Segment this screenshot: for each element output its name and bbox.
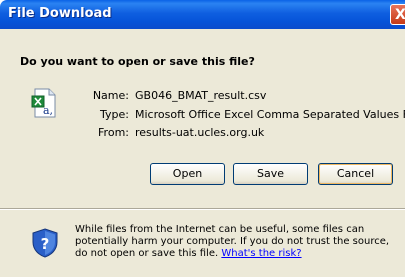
dialog-question: Do you want to open or save this file? bbox=[20, 55, 255, 68]
window-title: File Download bbox=[8, 6, 112, 21]
close-button[interactable]: X bbox=[390, 4, 405, 25]
file-type-row: Type: Microsoft Office Excel Comma Separa… bbox=[78, 108, 405, 121]
from-label: From: bbox=[98, 126, 129, 139]
svg-text:a,: a, bbox=[43, 104, 53, 117]
name-label: Name: bbox=[92, 89, 129, 102]
divider-highlight bbox=[0, 209, 405, 210]
type-value: Microsoft Office Excel Comma Separated V… bbox=[135, 108, 405, 121]
title-bar[interactable]: File Download X bbox=[0, 0, 405, 29]
dialog-body: Do you want to open or save this file? a… bbox=[0, 29, 405, 277]
security-warning: While files from the Internet can be use… bbox=[75, 224, 400, 260]
name-value: GB046_BMAT_result.csv bbox=[135, 89, 267, 102]
svg-text:?: ? bbox=[41, 235, 50, 253]
file-name-row: Name: GB046_BMAT_result.csv bbox=[78, 89, 398, 102]
excel-csv-file-icon: a, bbox=[31, 88, 56, 118]
cancel-button[interactable]: Cancel bbox=[318, 163, 393, 185]
file-source-row: From: results-uat.ucles.org.uk bbox=[78, 126, 398, 139]
from-value: results-uat.ucles.org.uk bbox=[135, 126, 265, 139]
file-download-dialog: File Download X Do you want to open or s… bbox=[0, 0, 405, 277]
whats-the-risk-link[interactable]: What's the risk? bbox=[221, 248, 301, 259]
shield-question-icon: ? bbox=[32, 228, 58, 258]
type-label: Type: bbox=[100, 108, 129, 121]
save-button[interactable]: Save bbox=[233, 163, 308, 185]
open-button[interactable]: Open bbox=[150, 163, 225, 185]
